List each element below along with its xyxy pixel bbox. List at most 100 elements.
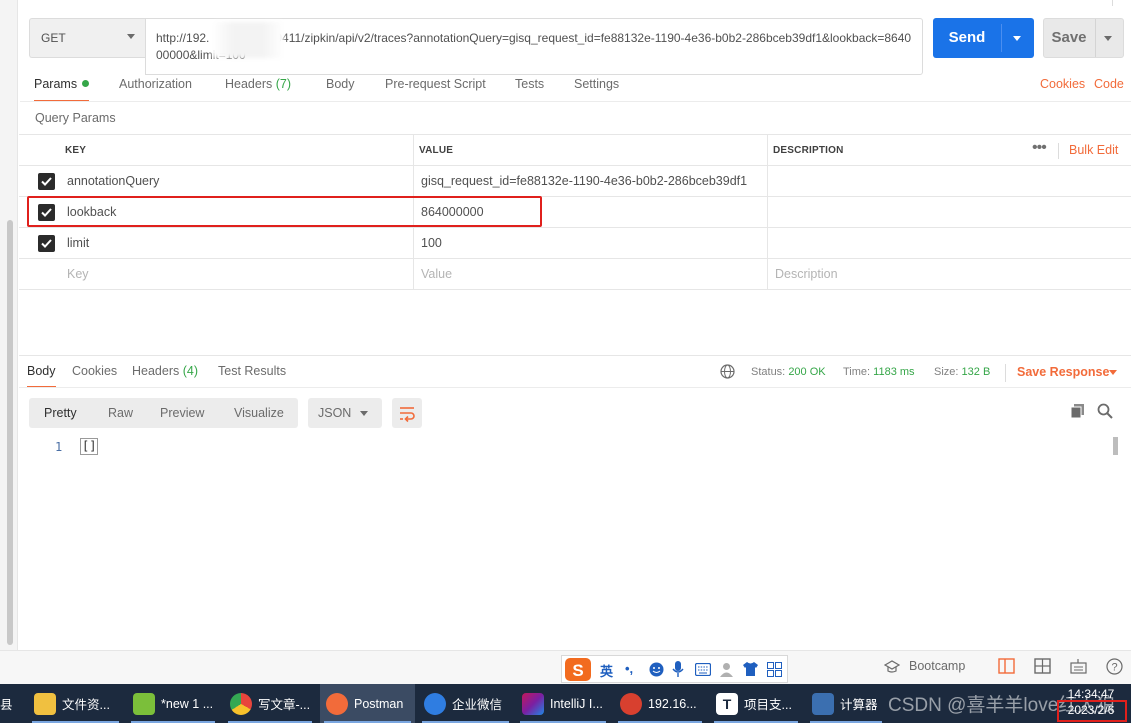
- svg-text:S: S: [572, 661, 583, 680]
- tab-headers[interactable]: Headers (7): [225, 77, 291, 102]
- taskbar-label: IntelliJ I...: [550, 696, 603, 711]
- copy-icon[interactable]: [1070, 403, 1086, 419]
- send-label: Send: [948, 29, 986, 46]
- taskbar-item-file-explorer[interactable]: 文件资...: [28, 684, 123, 723]
- editor-scrollbar[interactable]: [1113, 437, 1118, 455]
- row-checkbox[interactable]: [38, 235, 55, 252]
- keyboard-icon[interactable]: [695, 663, 711, 676]
- response-body-text[interactable]: []: [80, 438, 99, 455]
- cookies-link[interactable]: Cookies: [1040, 77, 1085, 102]
- tab-pre-request-script[interactable]: Pre-request Script: [385, 77, 486, 102]
- bulk-edit-link[interactable]: Bulk Edit: [1069, 143, 1118, 157]
- param-value[interactable]: 100: [421, 236, 442, 250]
- save-button[interactable]: Save: [1043, 18, 1124, 58]
- key-placeholder[interactable]: Key: [67, 267, 89, 281]
- value-placeholder[interactable]: Value: [421, 267, 452, 281]
- annotation-highlight-box: [1057, 700, 1127, 722]
- notepad-plus-icon: [133, 692, 155, 715]
- tab-label: Tests: [515, 77, 545, 91]
- more-options-icon[interactable]: •••: [1032, 139, 1047, 157]
- bootcamp-link[interactable]: Bootcamp: [909, 659, 965, 673]
- param-value[interactable]: gisq_request_id=fe88132e-1190-4e36-b0b2-…: [421, 174, 747, 188]
- taskbar-item-calculator[interactable]: 计算器: [806, 684, 886, 723]
- microphone-icon[interactable]: [672, 661, 684, 678]
- format-pretty[interactable]: Pretty: [44, 406, 77, 420]
- search-icon[interactable]: [1097, 403, 1113, 419]
- time-info: Time: 1183 ms: [843, 366, 915, 378]
- param-key[interactable]: annotationQuery: [67, 174, 159, 188]
- tab-count: (7): [275, 77, 292, 91]
- emoji-icon[interactable]: [649, 662, 664, 677]
- chevron-down-icon: [360, 411, 368, 416]
- tab-label: Settings: [574, 77, 620, 91]
- taskbar-item-partial[interactable]: 县: [0, 684, 18, 723]
- method-select[interactable]: GET: [29, 18, 145, 58]
- tab-label: Test Results: [218, 364, 287, 378]
- size-label: Size:: [934, 366, 959, 378]
- line-number: 1: [55, 440, 63, 454]
- tab-params[interactable]: Params: [34, 77, 90, 102]
- skin-shirt-icon[interactable]: [742, 661, 759, 677]
- divider: [1058, 143, 1059, 159]
- status-label: Status:: [751, 366, 786, 378]
- row-checkbox[interactable]: [38, 173, 55, 190]
- left-scrollbar[interactable]: [7, 220, 13, 645]
- chevron-down-icon[interactable]: [1109, 370, 1117, 375]
- remote-terminal-icon: [620, 692, 642, 715]
- taskbar-item-notepad[interactable]: *new 1 ...: [127, 684, 219, 723]
- wrap-lines-button[interactable]: [392, 398, 422, 428]
- taskbar-item-typora[interactable]: T 项目支...: [710, 684, 802, 723]
- wecom-icon: [424, 692, 446, 715]
- layout-two-pane-icon[interactable]: [998, 658, 1015, 674]
- taskbar-item-intellij[interactable]: IntelliJ I...: [516, 684, 610, 723]
- calculator-icon: [812, 692, 834, 715]
- taskbar-label: 企业微信: [452, 698, 503, 712]
- format-raw[interactable]: Raw: [108, 406, 133, 420]
- graduation-cap-icon: [884, 660, 900, 673]
- tab-body[interactable]: Body: [326, 77, 355, 102]
- column-header-key: KEY: [65, 145, 87, 156]
- code-link[interactable]: Code: [1094, 77, 1124, 102]
- taskbar-label: 县: [0, 698, 13, 712]
- taskbar-item-postman[interactable]: Postman: [320, 684, 415, 723]
- tab-label: Authorization: [119, 77, 192, 91]
- globe-icon[interactable]: [720, 364, 735, 379]
- language-select[interactable]: JSON: [308, 398, 382, 428]
- layout-grid-icon[interactable]: [1034, 658, 1051, 674]
- tab-response-body[interactable]: Body: [27, 364, 56, 388]
- tab-tests[interactable]: Tests: [515, 77, 544, 102]
- status-info: Status: 200 OK: [751, 366, 826, 378]
- tab-response-headers[interactable]: Headers (4): [132, 364, 198, 388]
- send-button[interactable]: Send: [933, 18, 1034, 58]
- taskbar-label: 写文章-...: [258, 698, 311, 712]
- punctuation-toggle[interactable]: •,: [625, 661, 633, 676]
- user-icon[interactable]: [719, 662, 734, 677]
- ime-toolbar: S 英 •,: [561, 655, 788, 683]
- taskbar-item-chrome[interactable]: 写文章-...: [224, 684, 316, 723]
- description-placeholder[interactable]: Description: [775, 267, 838, 281]
- grid-menu-icon[interactable]: [767, 662, 782, 677]
- taskbar-item-wecom[interactable]: 企业微信: [418, 684, 513, 723]
- format-preview[interactable]: Preview: [160, 406, 204, 420]
- param-key[interactable]: limit: [67, 236, 89, 250]
- taskbar-label: Postman: [354, 696, 404, 711]
- ime-mode-toggle[interactable]: 英: [600, 661, 613, 680]
- column-header-value: VALUE: [419, 145, 454, 156]
- chevron-down-icon: [127, 34, 135, 39]
- save-divider: [1095, 19, 1096, 57]
- keyboard-shortcuts-icon[interactable]: [1070, 658, 1087, 674]
- taskbar-item-remote[interactable]: 192.16...: [614, 684, 706, 723]
- tab-label: Pre-request Script: [385, 77, 486, 91]
- tab-authorization[interactable]: Authorization: [119, 77, 192, 102]
- sogou-logo-icon[interactable]: S: [565, 658, 591, 681]
- format-tabs: Pretty Raw Preview Visualize: [29, 398, 298, 428]
- chevron-down-icon[interactable]: [1104, 36, 1112, 41]
- format-visualize[interactable]: Visualize: [234, 406, 284, 420]
- chevron-down-icon[interactable]: [1013, 36, 1021, 41]
- tab-test-results[interactable]: Test Results: [218, 364, 286, 388]
- tab-response-cookies[interactable]: Cookies: [72, 364, 117, 388]
- help-icon[interactable]: ?: [1106, 658, 1123, 675]
- save-response-button[interactable]: Save Response: [1017, 365, 1109, 379]
- tab-settings[interactable]: Settings: [574, 77, 619, 102]
- send-divider: [1001, 24, 1002, 52]
